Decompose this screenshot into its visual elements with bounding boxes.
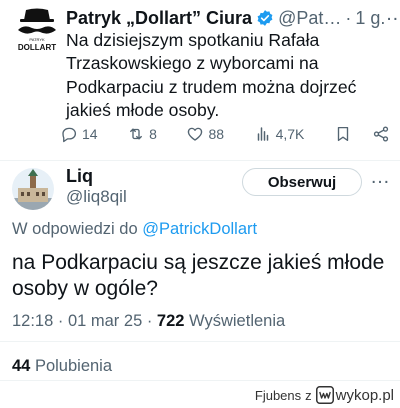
- retweet-button[interactable]: 8: [127, 125, 157, 143]
- wykop-logo: wykop.pl: [315, 386, 394, 404]
- author-handle[interactable]: @liq8qil: [66, 187, 127, 207]
- author-handle[interactable]: @Pat…: [278, 8, 341, 29]
- heart-icon: [188, 127, 203, 141]
- likes-label: Polubienia: [34, 357, 113, 375]
- views-count: 4,7K: [275, 126, 305, 142]
- parent-tweet: PATRYK DOLLART Patryk „Dollart” Ciura @P…: [0, 0, 400, 160]
- retweet-icon: [130, 128, 143, 140]
- likes-count: 44: [12, 357, 31, 375]
- views-count: 722: [156, 312, 185, 330]
- tweet-meta: 12:18 · 01 mar 25 · 722 Wyświetlenia: [12, 312, 285, 331]
- reply-count: 14: [82, 126, 98, 142]
- reply-button[interactable]: 14: [60, 125, 98, 143]
- tweet-actions-right: [334, 125, 390, 143]
- reply-mention-link[interactable]: @PatrickDollart: [142, 220, 257, 238]
- author-name[interactable]: Liq: [66, 166, 93, 187]
- follow-button[interactable]: Obserwuj: [242, 168, 362, 196]
- share-icon: [373, 126, 389, 142]
- bookmark-button[interactable]: [334, 125, 352, 143]
- wykop-logo-icon: [315, 386, 334, 404]
- views-label: Wyświetlenia: [189, 312, 286, 330]
- town-hall-photo-icon: [12, 168, 54, 210]
- watermark-site: wykop.pl: [335, 386, 394, 404]
- watermark-z: z: [305, 387, 312, 403]
- author-avatar-liq[interactable]: [12, 168, 54, 210]
- tweet-text: Na dzisiejszym spotkaniu Rafała Trzaskow…: [66, 30, 357, 121]
- verified-badge-icon: [256, 9, 274, 27]
- stats-divider: [0, 341, 400, 342]
- bookmark-icon: [337, 126, 349, 142]
- svg-text:PATRYK: PATRYK: [29, 37, 45, 42]
- dollart-logo: PATRYK DOLLART: [18, 8, 56, 52]
- tweet-text: na Podkarpaciu są jeszcze jakieś młode o…: [12, 251, 385, 300]
- like-button[interactable]: 88: [186, 125, 224, 143]
- svg-text:DOLLART: DOLLART: [18, 43, 56, 52]
- views-button[interactable]: 4,7K: [254, 125, 305, 143]
- retweet-count: 8: [149, 126, 157, 142]
- tweet-timestamp[interactable]: 12:18 · 01 mar 25 ·: [12, 312, 152, 330]
- likes-stat[interactable]: 44 Polubienia: [12, 357, 112, 376]
- reply-icon: [62, 127, 77, 143]
- wykop-watermark: Fjubens z wykop.pl: [255, 384, 394, 406]
- watermark-user: Fjubens: [254, 387, 302, 403]
- reply-prefix: W odpowiedzi do: [12, 220, 138, 238]
- share-button[interactable]: [372, 125, 390, 143]
- like-count: 88: [208, 126, 225, 142]
- separator-dot: ·: [345, 7, 352, 28]
- bottom-divider: [0, 380, 400, 381]
- author-name[interactable]: Patryk „Dollart” Ciura: [66, 8, 252, 29]
- tweet-actions: 14 8 88 4,7K: [60, 121, 390, 147]
- more-options-icon[interactable]: …: [385, 4, 400, 27]
- tweet-header: Patryk „Dollart” Ciura @Pat… · 1 g. …: [66, 4, 400, 30]
- views-bar-chart-icon: [257, 127, 268, 141]
- more-options-icon[interactable]: …: [370, 167, 391, 187]
- reply-context: W odpowiedzi do @PatrickDollart: [12, 220, 257, 239]
- tweet-time[interactable]: 1 g.: [355, 8, 385, 29]
- author-avatar-dollart[interactable]: PATRYK DOLLART: [12, 6, 62, 56]
- tweet-divider: [0, 160, 400, 161]
